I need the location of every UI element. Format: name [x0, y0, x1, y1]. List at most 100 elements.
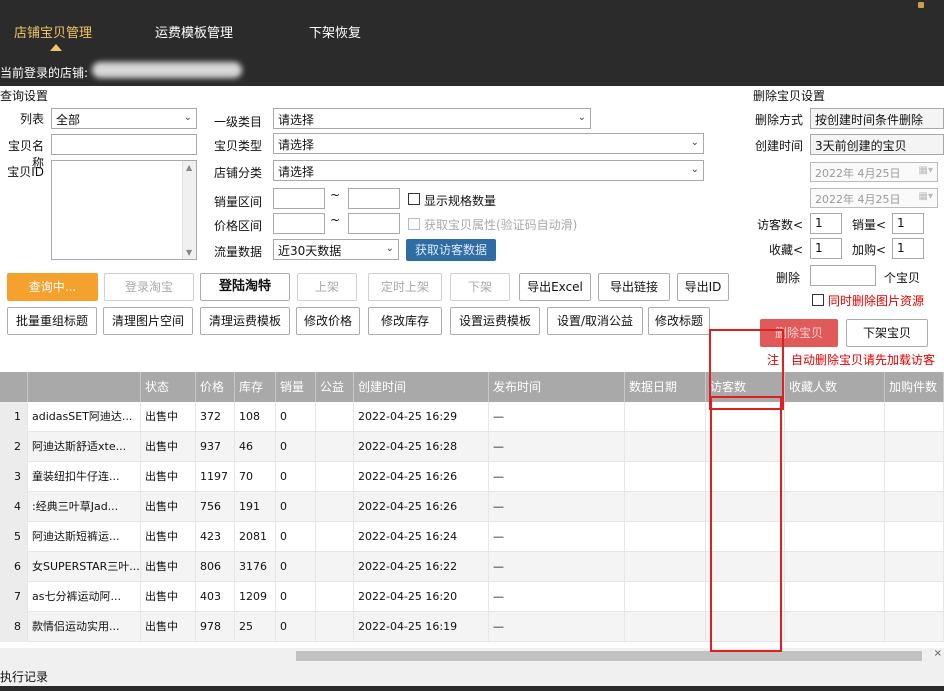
sales-max-input[interactable]: [348, 188, 400, 209]
shop-category-select[interactable]: 请选择 ⌄: [273, 160, 704, 181]
col-title[interactable]: [28, 372, 141, 402]
cell-favorites: [785, 552, 885, 582]
cell-sales: 0: [276, 522, 316, 552]
col-created[interactable]: 创建时间: [354, 372, 489, 402]
delete-method-select[interactable]: 按创建时间条件删除: [810, 108, 944, 129]
table-row[interactable]: 6 女SUPERSTAR三叶... 出售中 806 3176 0 2022-04-25 16…: [0, 552, 944, 582]
tab-unlist-restore[interactable]: 下架恢复: [309, 22, 361, 41]
tab-shipping-templates[interactable]: 运费模板管理: [155, 22, 233, 41]
col-index[interactable]: [0, 372, 28, 402]
active-tab-caret-icon: [50, 44, 62, 51]
scroll-up-icon[interactable]: ▲: [186, 163, 192, 172]
cell-price: 806: [196, 552, 235, 582]
table-row[interactable]: 7 as七分裤运动阿... 出售中 403 1209 0 2022-04-25 16:20—: [0, 582, 944, 612]
col-cart[interactable]: 加购件数: [885, 372, 944, 402]
table-row[interactable]: 8 款情侣运动实用... 出售中 978 25 0 2022-04-25 16:19—: [0, 612, 944, 642]
get-visitor-data-button[interactable]: 获取访客数据: [406, 239, 496, 261]
cell-cart: [885, 522, 944, 552]
cell-published: —: [489, 612, 625, 642]
delete-count-input[interactable]: [810, 265, 876, 286]
cell-price: 978: [196, 612, 235, 642]
get-attr-checkbox[interactable]: [408, 218, 420, 230]
cell-stock: 70: [235, 462, 276, 492]
edit-title-button[interactable]: 修改标题: [648, 307, 710, 335]
col-sales[interactable]: 销量: [276, 372, 316, 402]
visitor-threshold-input[interactable]: 1: [810, 213, 842, 234]
fav-threshold-input[interactable]: 1: [810, 238, 842, 259]
cell-status: 出售中: [141, 462, 196, 492]
show-spec-checkbox[interactable]: [408, 193, 420, 205]
price-min-input[interactable]: [273, 213, 325, 234]
scroll-down-icon[interactable]: ▼: [186, 248, 192, 257]
sales-tilde: ~: [330, 188, 341, 202]
cell-created: 2022-04-25 16:20: [354, 582, 489, 612]
cell-created: 2022-04-25 16:19: [354, 612, 489, 642]
scheduled-list-button[interactable]: 定时上架: [368, 273, 442, 301]
col-stock[interactable]: 库存: [235, 372, 276, 402]
col-price[interactable]: 价格: [196, 372, 235, 402]
horizontal-scroll-thumb[interactable]: [296, 651, 922, 661]
col-status[interactable]: 状态: [141, 372, 196, 402]
horizontal-scrollbar[interactable]: ×: [0, 648, 944, 663]
col-published[interactable]: 发布时间: [489, 372, 625, 402]
export-id-button[interactable]: 导出ID: [677, 273, 729, 301]
cell-charity: [316, 522, 354, 552]
cell-price: 1197: [196, 462, 235, 492]
set-shipping-template-button[interactable]: 设置运费模板: [450, 307, 540, 335]
date-picker-end[interactable]: 2022年 4月25日 ▦▾: [810, 188, 938, 208]
cart-threshold-input[interactable]: 1: [892, 238, 924, 259]
edit-stock-button[interactable]: 修改库存: [368, 307, 442, 335]
item-name-input[interactable]: [51, 134, 197, 155]
query-panel: 查询设置 列表 全部 ⌄ 宝贝名称 宝贝ID ▲ ▼ 一级类目 请选择 ⌄ 宝贝类型 …: [0, 86, 944, 372]
export-links-button[interactable]: 导出链接: [598, 273, 670, 301]
visitor-threshold-label: 访客数<: [756, 218, 803, 232]
table-row[interactable]: 1 adidasSET阿迪达... 出售中 372 108 0 2022-04-25 16:…: [0, 402, 944, 432]
clean-image-space-button[interactable]: 清理图片空间: [103, 307, 193, 335]
table-row[interactable]: 4:经典三叶草Jad... 出售中 756 191 0 2022-04-25 16:26—: [0, 492, 944, 522]
col-data-date[interactable]: 数据日期: [625, 372, 706, 402]
cell-data-date: [625, 552, 706, 582]
cell-status: 出售中: [141, 522, 196, 552]
cell-charity: [316, 402, 354, 432]
cell-status: 出售中: [141, 432, 196, 462]
table-row[interactable]: 5 阿迪达斯短裤运... 出售中 423 2081 0 2022-04-25 16:24—: [0, 522, 944, 552]
col-charity[interactable]: 公益: [316, 372, 354, 402]
item-type-select[interactable]: 请选择 ⌄: [273, 133, 704, 154]
fav-threshold-label: 收藏<: [768, 243, 803, 257]
created-time-select[interactable]: 3天前创建的宝贝: [810, 134, 944, 155]
unlist-items-button[interactable]: 下架宝贝: [846, 319, 928, 347]
close-x-icon[interactable]: ×: [934, 648, 942, 659]
table-row[interactable]: 2 阿迪达斯舒适xte... 出售中 937 46 0 2022-04-25 16:28—: [0, 432, 944, 462]
cell-created: 2022-04-25 16:24: [354, 522, 489, 552]
login-taobao-button[interactable]: 登录淘宝: [104, 273, 194, 301]
export-excel-button[interactable]: 导出Excel: [519, 273, 591, 301]
traffic-data-select[interactable]: 近30天数据 ⌄: [273, 239, 399, 260]
highlight-box-column: [710, 396, 782, 652]
date-picker-start[interactable]: 2022年 4月25日 ▦▾: [810, 162, 938, 182]
list-button[interactable]: 上架: [297, 273, 357, 301]
price-tilde: ~: [330, 213, 341, 227]
table-row[interactable]: 3 童装纽扣牛仔连... 出售中 1197 70 0 2022-04-25 16:26—: [0, 462, 944, 492]
login-taote-button[interactable]: 登陆淘特: [200, 273, 290, 301]
item-id-textarea[interactable]: ▲ ▼: [51, 160, 197, 260]
col-favorites[interactable]: 收藏人数: [785, 372, 885, 402]
also-delete-images-checkbox[interactable]: [812, 294, 824, 306]
rebuild-titles-button[interactable]: 批量重组标题: [7, 307, 97, 335]
tab-shop-items[interactable]: 店铺宝贝管理: [14, 22, 92, 41]
query-button[interactable]: 查询中...: [7, 273, 98, 301]
clean-shipping-templates-button[interactable]: 清理运费模板: [200, 307, 290, 335]
set-charity-button[interactable]: 设置/取消公益: [547, 307, 643, 335]
list-select[interactable]: 全部 ⌄: [51, 108, 197, 129]
price-max-input[interactable]: [348, 213, 400, 234]
cell-cart: [885, 492, 944, 522]
cell-data-date: [625, 612, 706, 642]
delete-count-label: 删除: [775, 271, 800, 285]
edit-price-button[interactable]: 修改价格: [296, 307, 360, 335]
sales-threshold-input[interactable]: 1: [892, 213, 924, 234]
cell-sales: 0: [276, 432, 316, 462]
category1-select[interactable]: 请选择 ⌄: [273, 108, 591, 129]
cell-sales: 0: [276, 612, 316, 642]
unlist-button[interactable]: 下架: [450, 273, 510, 301]
sales-min-input[interactable]: [273, 188, 325, 209]
textarea-scrollbar[interactable]: ▲ ▼: [182, 161, 196, 259]
